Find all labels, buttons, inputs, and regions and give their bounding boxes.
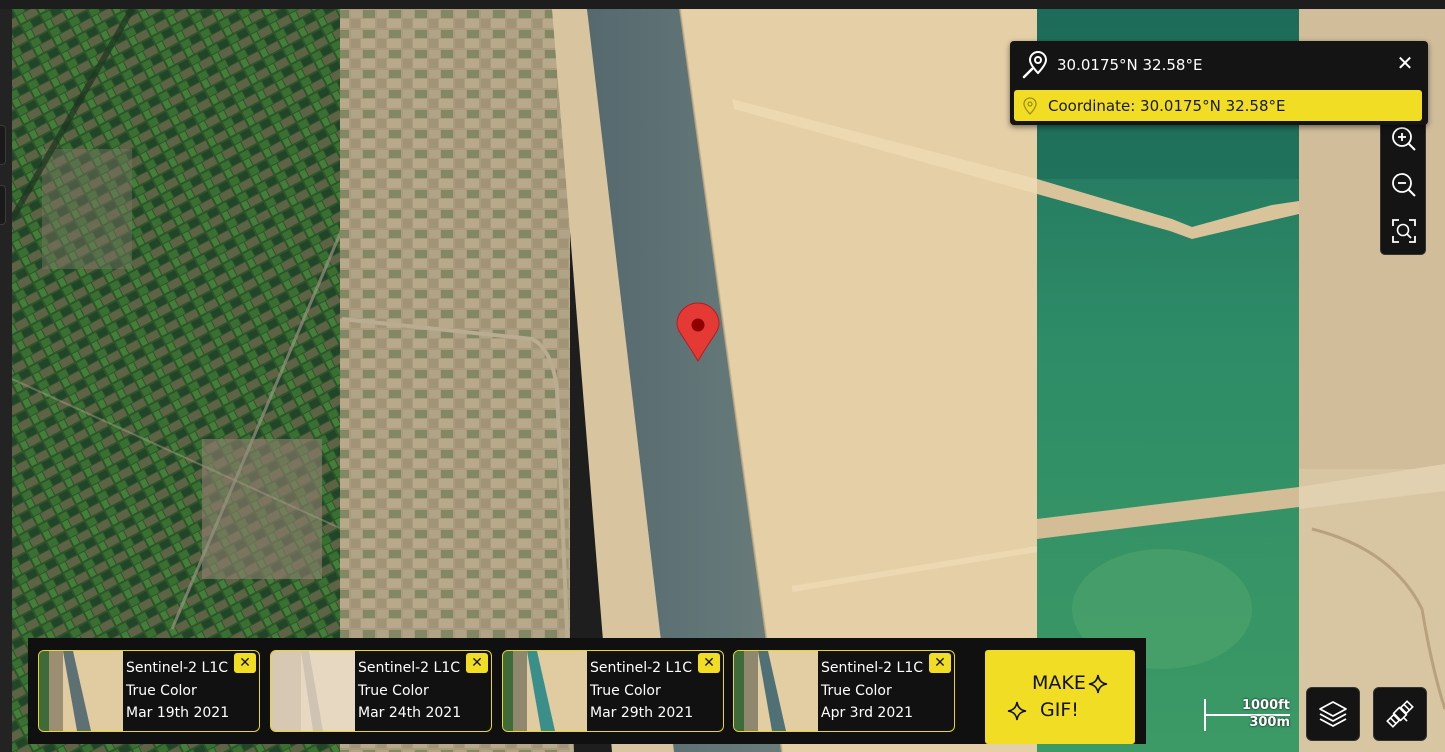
card-date: Mar 19th 2021 — [126, 705, 230, 721]
zoom-out-icon — [1392, 173, 1416, 197]
card-style: True Color — [358, 682, 429, 699]
close-icon[interactable]: ✕ — [1393, 51, 1417, 75]
zoom-fit-icon — [1392, 219, 1416, 243]
satellite-icon — [1386, 700, 1414, 728]
left-panel-edge — [0, 9, 12, 752]
thumbnail-image — [39, 651, 123, 731]
satellite-button[interactable] — [1373, 687, 1427, 741]
search-result-label: Coordinate: 30.0175°N 32.58°E — [1048, 96, 1286, 115]
zoom-fit-button[interactable] — [1381, 208, 1427, 254]
card-meta: Sentinel-2 L1C True Color Apr 3rd 2021 — [821, 657, 923, 725]
card-meta: Sentinel-2 L1C True Color Mar 24th 2021 — [358, 657, 461, 725]
card-meta: Sentinel-2 L1C True Color Mar 19th 2021 — [126, 657, 229, 725]
card-style: True Color — [590, 682, 661, 699]
card-style: True Color — [126, 682, 197, 699]
timeline-card[interactable]: Sentinel-2 L1C True Color Mar 29th 2021 … — [502, 650, 724, 732]
timeline-card[interactable]: Sentinel-2 L1C True Color Mar 19th 2021 … — [38, 650, 260, 732]
remove-card-button[interactable]: ✕ — [466, 653, 488, 673]
card-product: Sentinel-2 L1C — [590, 660, 693, 676]
card-date: Apr 3rd 2021 — [821, 705, 914, 721]
zoom-controls — [1380, 115, 1426, 255]
make-gif-label-line1: MAKE — [1032, 672, 1086, 694]
search-input[interactable] — [1057, 53, 1377, 77]
left-panel-tab[interactable] — [0, 185, 6, 225]
timeline-card[interactable]: Sentinel-2 L1C True Color Mar 24th 2021 … — [270, 650, 492, 732]
scale-metric: 300m — [1249, 715, 1290, 730]
coordinate-search: ✕ Coordinate: 30.0175°N 32.58°E — [1010, 41, 1428, 125]
location-pin-icon — [1023, 96, 1037, 115]
remove-card-button[interactable]: ✕ — [929, 653, 951, 673]
make-gif-label-line2: GIF! — [1040, 699, 1079, 721]
remove-card-button[interactable]: ✕ — [698, 653, 720, 673]
card-date: Mar 24th 2021 — [358, 705, 462, 721]
card-date: Mar 29th 2021 — [590, 705, 694, 721]
card-style: True Color — [821, 682, 892, 699]
remove-card-button[interactable]: ✕ — [234, 653, 256, 673]
search-location-icon — [1022, 50, 1048, 79]
zoom-out-button[interactable] — [1381, 162, 1427, 208]
thumbnail-image — [734, 651, 818, 731]
scale-imperial: 1000ft — [1241, 698, 1290, 713]
search-result-item[interactable]: Coordinate: 30.0175°N 32.58°E — [1014, 90, 1422, 121]
thumbnail-image — [271, 651, 355, 731]
sparkle-icon — [1007, 701, 1027, 721]
left-panel-tab[interactable] — [0, 125, 6, 165]
zoom-in-icon — [1392, 127, 1416, 151]
layers-icon — [1319, 701, 1347, 727]
card-meta: Sentinel-2 L1C True Color Mar 29th 2021 — [590, 657, 693, 725]
timeline-card[interactable]: Sentinel-2 L1C True Color Apr 3rd 2021 ✕ — [733, 650, 955, 732]
card-product: Sentinel-2 L1C — [358, 660, 461, 676]
app: ✕ Coordinate: 30.0175°N 32.58°E — [0, 0, 1445, 752]
scale-bar: 1000ft 300m — [1204, 697, 1294, 733]
card-product: Sentinel-2 L1C — [126, 660, 229, 676]
make-gif-button[interactable]: MAKE GIF! — [985, 650, 1135, 744]
sparkle-icon — [1088, 674, 1108, 694]
layers-button[interactable] — [1306, 687, 1360, 741]
top-bar — [0, 0, 1445, 9]
thumbnail-image — [503, 651, 587, 731]
card-product: Sentinel-2 L1C — [821, 660, 924, 676]
timeline-strip: Sentinel-2 L1C True Color Mar 19th 2021 … — [28, 638, 1146, 744]
